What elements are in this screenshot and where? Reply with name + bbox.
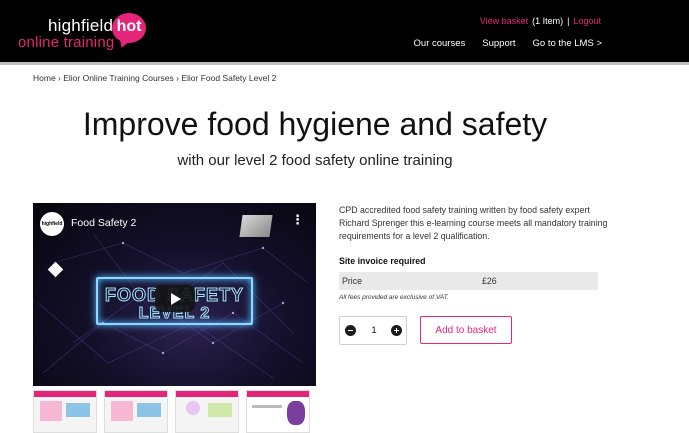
play-icon[interactable] bbox=[155, 285, 195, 312]
page-subtitle: with our level 2 food safety online trai… bbox=[177, 152, 453, 169]
thumbnail-4[interactable] bbox=[246, 390, 310, 433]
vat-note: All fees provided are exclusive of VAT. bbox=[339, 294, 449, 301]
top-header: highfield online training hot View baske… bbox=[0, 0, 689, 62]
site-invoice-label: Site invoice required bbox=[339, 256, 426, 266]
course-video-player[interactable]: highfield Food Safety 2 ⋮ FOOD SAFETY LE… bbox=[33, 203, 316, 386]
logo-text-online-training: online training bbox=[18, 34, 115, 51]
view-basket-link[interactable]: View basket bbox=[480, 16, 528, 26]
minus-icon[interactable] bbox=[345, 325, 356, 336]
highfield-logo[interactable]: highfield online training hot bbox=[18, 13, 148, 54]
add-to-basket-button[interactable]: Add to basket bbox=[420, 316, 512, 344]
breadcrumb[interactable]: Home › Elior Online Training Courses › E… bbox=[33, 73, 276, 83]
basket-item-count: (1 Item) bbox=[532, 16, 564, 26]
logo-hot-badge: hot bbox=[112, 13, 146, 43]
link-separator: | bbox=[567, 16, 570, 26]
channel-avatar[interactable]: highfield bbox=[40, 212, 64, 236]
course-thumbnails bbox=[33, 390, 316, 433]
plus-icon[interactable] bbox=[391, 325, 402, 336]
account-links: View basket (1 Item) | Logout bbox=[480, 16, 601, 26]
quantity-value[interactable]: 1 bbox=[367, 325, 381, 336]
nav-our-courses[interactable]: Our courses bbox=[414, 38, 466, 49]
logo-text-highfield: highfield bbox=[48, 16, 114, 35]
header-divider bbox=[0, 62, 689, 65]
video-card-graphic bbox=[239, 215, 273, 237]
logout-link[interactable]: Logout bbox=[573, 16, 601, 26]
thumbnail-3[interactable] bbox=[175, 390, 239, 433]
more-vertical-icon[interactable]: ⋮ bbox=[291, 213, 304, 226]
video-title[interactable]: Food Safety 2 bbox=[71, 217, 136, 229]
thumbnail-2[interactable] bbox=[104, 390, 168, 433]
page-title: Improve food hygiene and safety bbox=[82, 106, 548, 142]
price-value: £26 bbox=[482, 276, 497, 286]
quantity-stepper: 1 bbox=[339, 316, 407, 345]
price-label: Price bbox=[342, 276, 363, 286]
main-nav: Our courses Support Go to the LMS > bbox=[414, 38, 602, 49]
course-description: CPD accredited food safety training writ… bbox=[339, 205, 608, 241]
price-row: Price £26 bbox=[339, 272, 598, 290]
nav-go-to-lms[interactable]: Go to the LMS > bbox=[533, 38, 602, 49]
thumbnail-1[interactable] bbox=[33, 390, 97, 433]
nav-support[interactable]: Support bbox=[482, 38, 515, 49]
